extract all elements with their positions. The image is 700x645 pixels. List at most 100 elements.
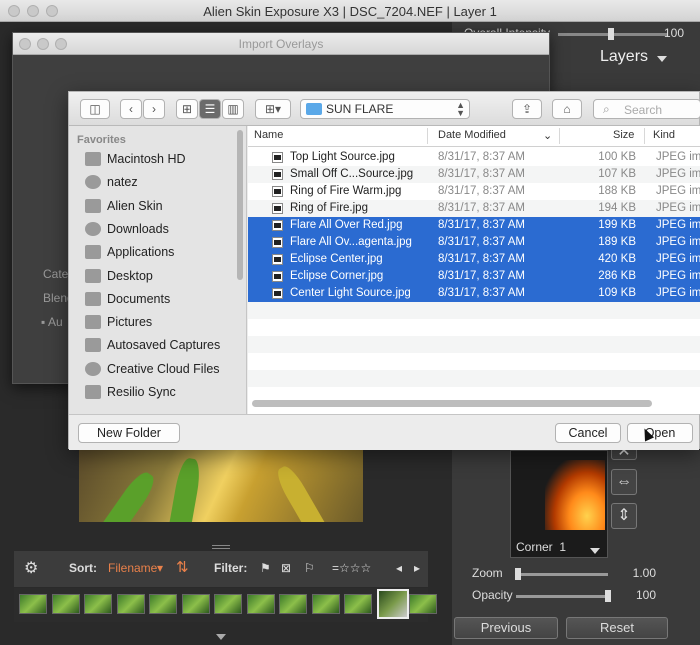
new-folder-button[interactable]: New Folder <box>78 423 180 443</box>
column-name[interactable]: Name <box>254 129 283 141</box>
forward-button[interactable]: › <box>143 99 165 119</box>
file-name: Eclipse Corner.jpg <box>290 270 384 282</box>
file-size: 194 KB <box>598 202 636 214</box>
filmstrip-thumbnail[interactable] <box>149 594 177 614</box>
file-row[interactable]: Center Light Source.jpg 8/31/17, 8:37 AM 1… <box>248 285 700 302</box>
star-rating-filter[interactable]: =☆☆☆ <box>332 561 371 575</box>
zoom-track[interactable] <box>516 573 608 576</box>
chevron-down-icon[interactable]: ▾ <box>157 561 163 575</box>
gear-icon[interactable]: ⚙ <box>24 558 38 578</box>
file-row[interactable]: Flare All Ov...agenta.jpg 8/31/17, 8:37 A… <box>248 234 700 251</box>
column-date-modified[interactable]: Date Modified <box>438 129 506 141</box>
chevron-right-icon[interactable]: ▸ <box>414 561 420 575</box>
column-divider[interactable] <box>559 128 560 144</box>
filmstrip-thumbnail[interactable] <box>311 594 340 614</box>
reject-flag-icon[interactable]: ⊠ <box>281 561 291 575</box>
file-row[interactable]: Ring of Fire Warm.jpg 8/31/17, 8:37 AM 188… <box>248 183 700 200</box>
filmstrip[interactable] <box>14 588 437 622</box>
file-row[interactable]: Small Off C...Source.jpg 8/31/17, 8:37 AM… <box>248 166 700 183</box>
chevron-left-icon[interactable]: ◂ <box>396 561 402 575</box>
file-row[interactable]: Ring of Fire.jpg 8/31/17, 8:37 AM 194 KB JP… <box>248 200 700 217</box>
file-kind: JPEG image <box>656 168 700 180</box>
image-file-icon <box>272 288 283 299</box>
file-list: Name Date Modified ⌄ Size Kind Top Light… <box>248 126 700 414</box>
sort-direction-icon[interactable]: ⇅ <box>176 558 189 576</box>
sidebar-item-creative-cloud-files[interactable]: Creative Cloud Files <box>85 360 243 380</box>
flip-vertical-icon[interactable]: ⇕ <box>611 503 637 529</box>
file-date: 8/31/17, 8:37 AM <box>438 185 525 197</box>
corner-select[interactable]: Corner 1 <box>516 540 566 554</box>
column-divider[interactable] <box>427 128 428 144</box>
column-view-button[interactable]: ▥ <box>222 99 244 119</box>
empty-row <box>248 302 700 319</box>
sidebar-item-documents[interactable]: Documents <box>85 290 243 310</box>
filmstrip-thumbnail[interactable] <box>51 594 80 614</box>
filmstrip-thumbnail[interactable] <box>279 594 307 614</box>
file-size: 109 KB <box>598 287 636 299</box>
opacity-track[interactable] <box>516 595 608 598</box>
sidebar-item-natez[interactable]: natez <box>85 173 243 193</box>
file-name: Small Off C...Source.jpg <box>290 168 414 180</box>
column-divider[interactable] <box>644 128 645 144</box>
arrange-menu-button[interactable]: ⊞▾ <box>255 99 291 119</box>
filmstrip-thumbnail[interactable] <box>181 594 210 614</box>
horizontal-scrollbar[interactable] <box>252 400 652 407</box>
sidebar-item-downloads[interactable]: Downloads <box>85 220 243 240</box>
search-input[interactable]: ⌕ Search <box>593 99 700 119</box>
filmstrip-thumbnail[interactable] <box>409 594 437 614</box>
icon-view-button[interactable]: ⊞ <box>176 99 198 119</box>
share-icon[interactable]: ⇪ <box>512 99 542 119</box>
column-size[interactable]: Size <box>613 129 634 141</box>
filmstrip-thumbnail[interactable] <box>84 594 112 614</box>
flip-horizontal-icon[interactable]: ⇔ <box>611 469 637 495</box>
filmstrip-thumbnail[interactable] <box>246 594 275 614</box>
auto-checkbox[interactable]: ▪ Au <box>41 315 63 329</box>
filmstrip-thumbnail[interactable] <box>19 594 47 614</box>
opacity-thumb[interactable] <box>605 590 611 602</box>
back-button[interactable]: ‹ <box>120 99 142 119</box>
layers-header[interactable]: Layers <box>600 48 648 66</box>
open-button[interactable]: Open <box>627 423 693 443</box>
file-row[interactable]: Eclipse Corner.jpg 8/31/17, 8:37 AM 286 KB… <box>248 268 700 285</box>
filmstrip-thumbnail[interactable] <box>214 594 242 614</box>
tag-icon[interactable]: ⌂ <box>552 99 582 119</box>
sidebar-item-alien-skin[interactable]: Alien Skin <box>85 197 243 217</box>
previous-button[interactable]: Previous <box>454 617 558 639</box>
chevron-down-icon[interactable] <box>590 548 600 554</box>
leaf-shape <box>167 456 203 522</box>
sidebar-toggle-icon[interactable]: ◫ <box>80 99 110 119</box>
chevron-down-icon[interactable] <box>216 634 226 640</box>
zoom-thumb[interactable] <box>514 568 521 580</box>
file-date: 8/31/17, 8:37 AM <box>438 202 525 214</box>
image-file-icon <box>272 254 283 265</box>
sort-select[interactable]: Filename <box>108 561 157 575</box>
sidebar-item-pictures[interactable]: Pictures <box>85 313 243 333</box>
filmstrip-thumbnail[interactable] <box>116 594 145 614</box>
reset-button[interactable]: Reset <box>566 617 668 639</box>
zoom-slider[interactable]: Zoom 1.00 <box>462 566 662 582</box>
flag-icon[interactable]: ⚑ <box>260 561 271 575</box>
list-view-button[interactable]: ☰ <box>199 99 221 119</box>
file-row[interactable]: Flare All Over Red.jpg 8/31/17, 8:37 AM 19… <box>248 217 700 234</box>
sidebar-item-applications[interactable]: Applications <box>85 243 243 263</box>
image-file-icon <box>272 220 283 231</box>
filmstrip-thumbnail[interactable] <box>376 589 409 619</box>
location-popup[interactable]: SUN FLARE ▲ ▼ <box>300 99 470 119</box>
sidebar-item-desktop[interactable]: Desktop <box>85 267 243 287</box>
file-row[interactable]: Eclipse Center.jpg 8/31/17, 8:37 AM 420 KB… <box>248 251 700 268</box>
sidebar-item-macintosh-hd[interactable]: Macintosh HD <box>85 150 243 170</box>
resize-handle[interactable] <box>212 545 230 549</box>
sidebar-item-label: natez <box>107 175 138 190</box>
unflagged-icon[interactable]: ⚐ <box>304 561 315 575</box>
cancel-button[interactable]: Cancel <box>555 423 621 443</box>
chevron-down-icon[interactable] <box>657 56 667 62</box>
image-file-icon <box>272 186 283 197</box>
filmstrip-thumbnail[interactable] <box>344 594 372 614</box>
file-size: 188 KB <box>598 185 636 197</box>
column-kind[interactable]: Kind <box>653 129 675 141</box>
overall-intensity-thumb[interactable] <box>608 28 614 40</box>
sidebar-item-autosaved-captures[interactable]: Autosaved Captures <box>85 336 243 356</box>
sidebar-item-resilio-sync[interactable]: Resilio Sync <box>85 383 243 403</box>
file-row[interactable]: Top Light Source.jpg 8/31/17, 8:37 AM 100 … <box>248 149 700 166</box>
opacity-slider[interactable]: Opacity 100 <box>462 588 662 604</box>
